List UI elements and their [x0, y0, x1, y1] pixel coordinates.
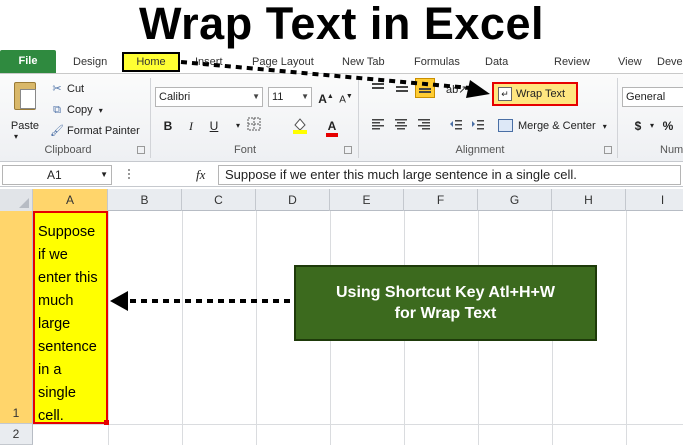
arrow-home-to-wrap-text	[180, 60, 471, 90]
annotation-arrows	[110, 60, 490, 311]
arrow-head-icon	[466, 80, 490, 98]
arrow-head-icon	[110, 291, 128, 311]
